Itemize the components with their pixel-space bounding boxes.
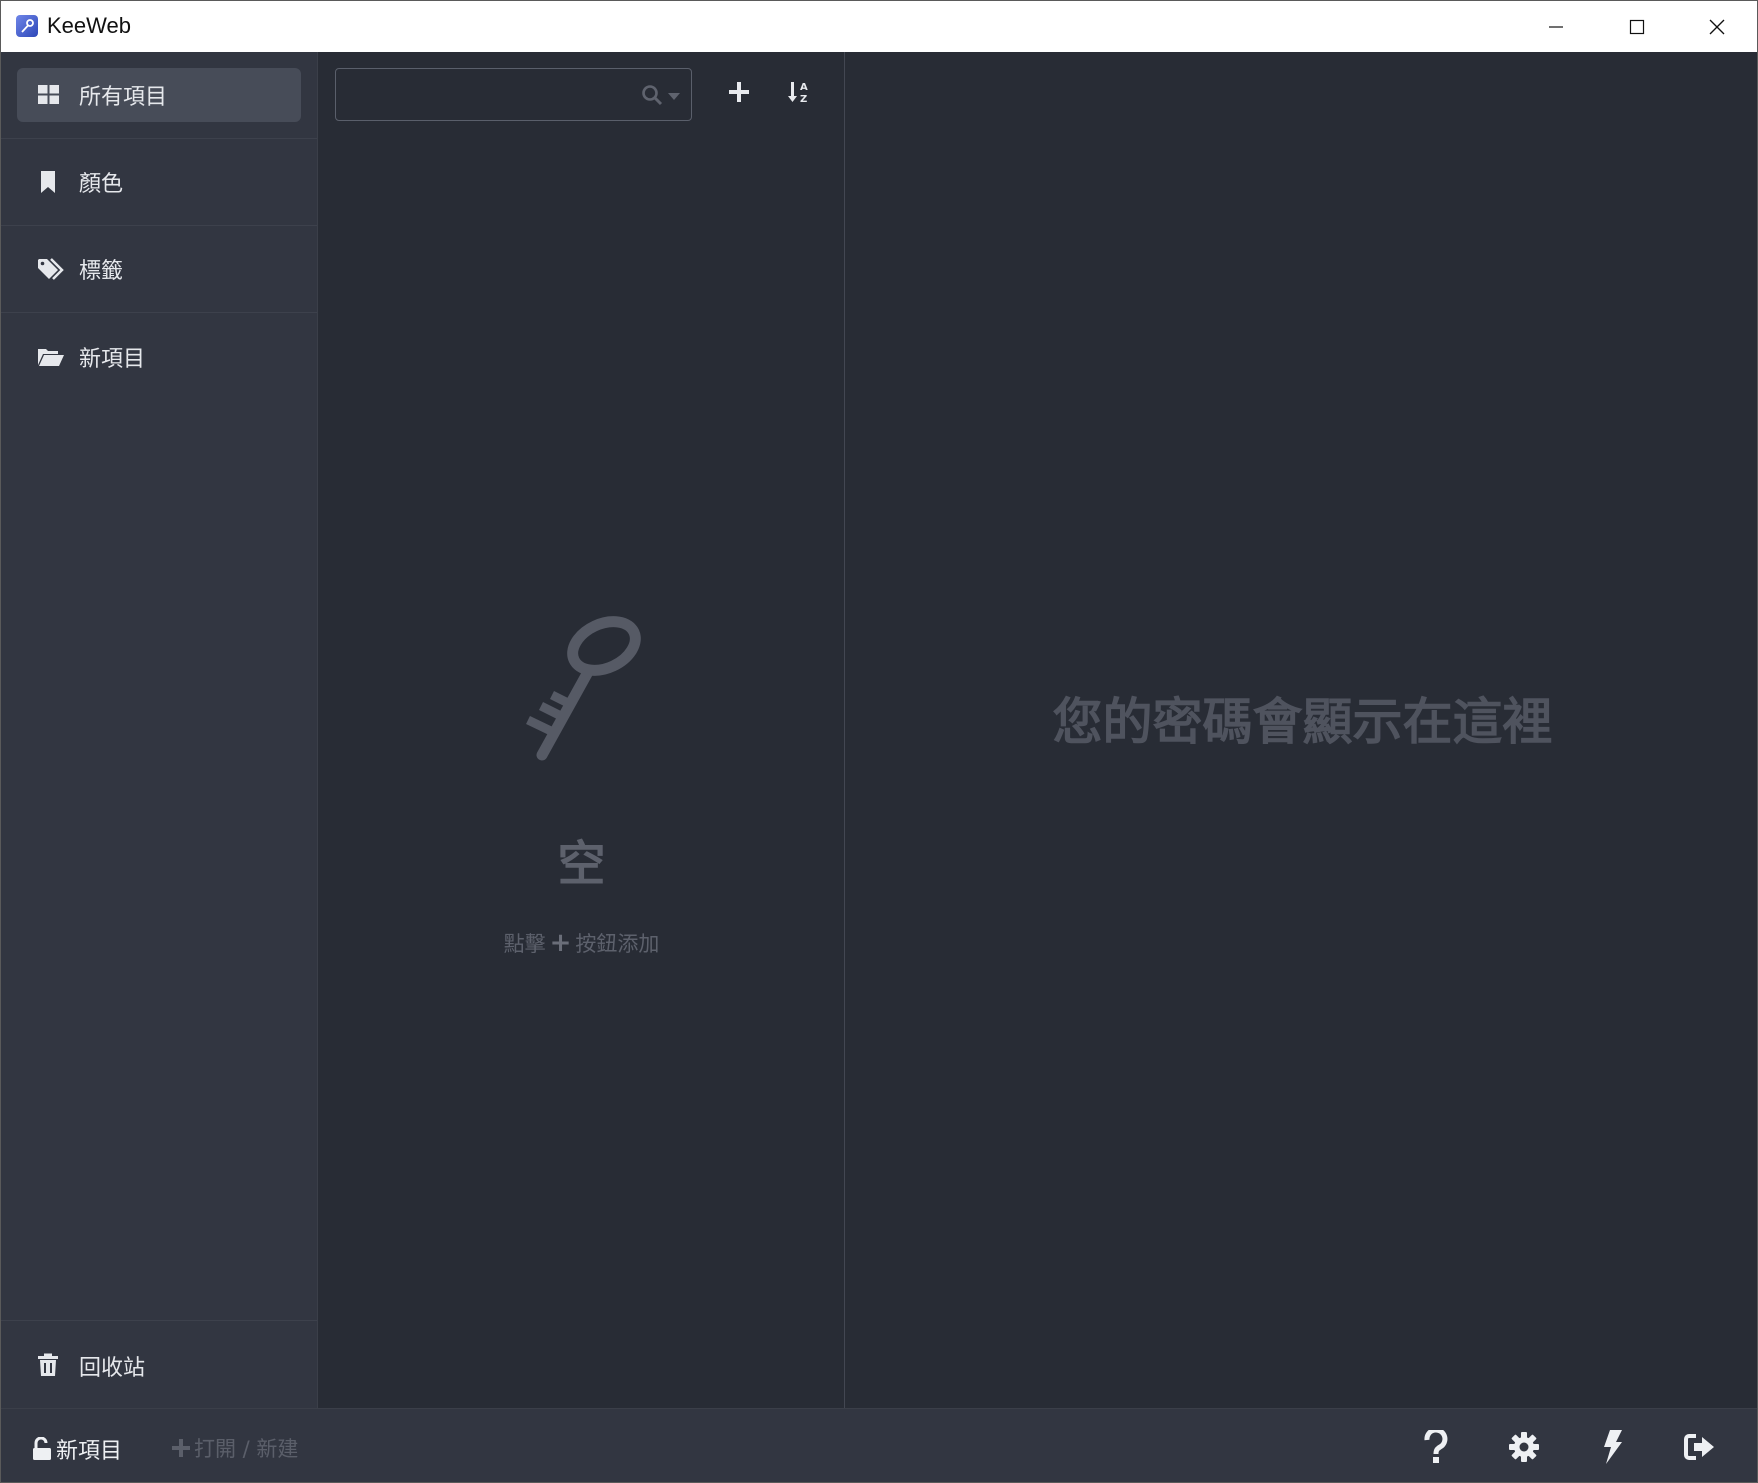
maximize-icon	[1629, 19, 1645, 34]
plus-icon	[172, 1439, 190, 1457]
plus-icon	[729, 82, 749, 102]
close-icon	[1709, 19, 1725, 34]
tags-icon	[38, 258, 64, 280]
lock-workspace-button[interactable]	[1680, 1427, 1720, 1467]
title-bar: KeeWeb	[1, 1, 1757, 52]
empty-state-title: 空	[557, 836, 606, 892]
chevron-down-icon[interactable]	[668, 93, 680, 101]
close-button[interactable]	[1677, 1, 1757, 52]
folder-open-icon	[38, 348, 64, 366]
minimize-button[interactable]	[1516, 1, 1596, 52]
settings-button[interactable]	[1504, 1427, 1544, 1467]
empty-state-hint: 點擊 + 按鈕添加	[318, 928, 845, 958]
empty-hint-prefix: 點擊	[503, 932, 546, 956]
footer-open-label: 打開 / 新建	[194, 1437, 299, 1461]
footer-file-label: 新項目	[56, 1439, 123, 1464]
keeweb-logo-icon	[16, 15, 38, 37]
trash-icon	[38, 1353, 58, 1376]
footer-file-item[interactable]: 新項目	[32, 1433, 122, 1465]
bookmark-icon	[41, 171, 55, 193]
grid-icon	[38, 85, 59, 104]
maximize-button[interactable]	[1597, 1, 1677, 52]
question-icon	[1424, 1430, 1448, 1463]
generator-button[interactable]	[1592, 1427, 1632, 1467]
sidebar-item-new-item[interactable]: 新項目	[1, 313, 317, 400]
sidebar-item-label: 新項目	[79, 346, 146, 372]
details-panel: 您的密碼會顯示在這裡	[846, 52, 1757, 1408]
minimize-icon	[1549, 25, 1563, 28]
app-window: KeeWeb 所有項目 顏色 標籤 新項目 回收站 A Z 空 點擊 + 按鈕添…	[0, 0, 1758, 1483]
search-input[interactable]	[346, 77, 626, 113]
trash-label: 回收站	[79, 1356, 146, 1381]
add-entry-button[interactable]	[723, 76, 755, 108]
footer-bar: 新項目 打開 / 新建	[1, 1408, 1757, 1482]
sidebar-item-trash[interactable]: 回收站	[1, 1320, 317, 1408]
footer-open-new-button[interactable]: 打開 / 新建	[172, 1433, 298, 1463]
sort-alpha-icon: A Z	[788, 82, 808, 104]
svg-text:A: A	[800, 82, 808, 93]
sidebar-item-all-items[interactable]: 所有項目	[1, 52, 317, 139]
plus-icon: +	[549, 928, 572, 958]
sidebar-item-label: 所有項目	[79, 85, 168, 110]
sort-button[interactable]: A Z	[783, 76, 815, 108]
key-icon	[526, 616, 641, 761]
unlock-icon	[33, 1437, 51, 1460]
sidebar-item-colors[interactable]: 顏色	[1, 139, 317, 226]
svg-text:Z: Z	[800, 94, 807, 104]
search-box[interactable]	[335, 68, 692, 121]
search-icon	[642, 85, 663, 106]
bolt-icon	[1604, 1430, 1622, 1464]
help-button[interactable]	[1416, 1427, 1456, 1467]
sidebar: 所有項目 顏色 標籤 新項目 回收站	[1, 52, 318, 1408]
gear-icon	[1509, 1432, 1539, 1462]
sidebar-item-label: 標籤	[79, 259, 124, 284]
window-title: KeeWeb	[47, 13, 131, 38]
empty-hint-suffix: 按鈕添加	[575, 932, 660, 956]
sidebar-item-tags[interactable]: 標籤	[1, 226, 317, 313]
sign-out-icon	[1684, 1434, 1714, 1460]
details-placeholder-message: 您的密碼會顯示在這裡	[1052, 693, 1553, 751]
sidebar-item-label: 顏色	[79, 172, 124, 197]
entry-list-panel: A Z 空 點擊 + 按鈕添加	[318, 52, 845, 1408]
